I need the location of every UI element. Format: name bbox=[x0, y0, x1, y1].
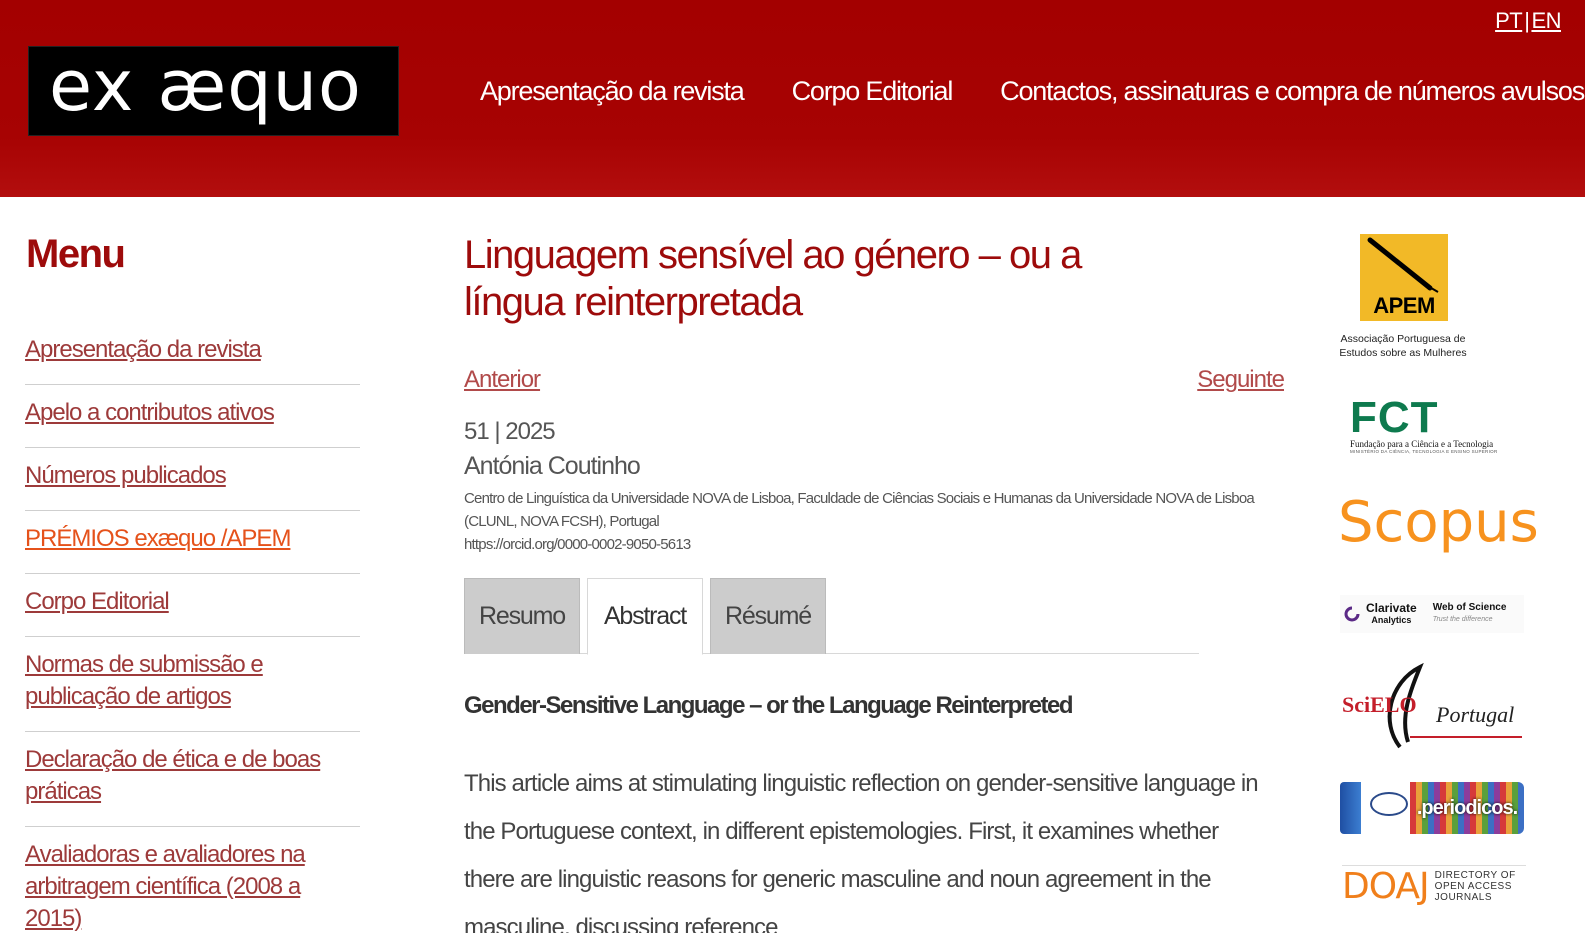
author-name: Antónia Coutinho bbox=[464, 452, 641, 480]
wos-text: Web of Science Trust the difference bbox=[1433, 602, 1507, 626]
capes-emblem bbox=[1340, 782, 1410, 834]
scielo-wordmark: SciELO bbox=[1342, 692, 1417, 717]
fct-logo[interactable]: FCT Fundação para a Ciência e a Tecnolog… bbox=[1350, 393, 1530, 455]
doaj-wordmark: DOAJ bbox=[1342, 866, 1430, 907]
nav-contactos[interactable]: Contactos, assinaturas e compra de númer… bbox=[1000, 76, 1585, 107]
affiliation-text: Centro de Linguística da Universidade NO… bbox=[464, 490, 1255, 530]
capes-ring-icon bbox=[1370, 792, 1408, 816]
wos-tagline: Trust the difference bbox=[1432, 616, 1493, 623]
abstract-title: Gender-Sensitive Language – or the Langu… bbox=[464, 692, 1073, 719]
fct-ministry: MINISTÉRIO DA CIÊNCIA, TECNOLOGIA E ENSI… bbox=[1350, 449, 1498, 454]
lang-pt-link[interactable]: PT bbox=[1495, 8, 1523, 33]
sidebar-link-normas[interactable]: Normas de submissão e publicação de arti… bbox=[25, 649, 360, 713]
scopus-logo[interactable]: Scopus bbox=[1338, 490, 1539, 555]
periodicos-wordmark: .periodicos. bbox=[1410, 782, 1524, 834]
doaj-logo[interactable]: DOAJ DIRECTORY OF OPEN ACCESS JOURNALS bbox=[1342, 865, 1526, 907]
abstract-text: This article aims at stimulating linguis… bbox=[464, 770, 1259, 933]
doaj-description: DIRECTORY OF OPEN ACCESS JOURNALS bbox=[1434, 870, 1516, 903]
sidebar-menu: Apresentação da revista Apelo a contribu… bbox=[25, 322, 360, 933]
sidebar-link-corpo-editorial[interactable]: Corpo Editorial bbox=[25, 586, 360, 618]
scielo-underline bbox=[1410, 736, 1522, 738]
tab-abstract[interactable]: Abstract bbox=[587, 578, 703, 655]
previous-link[interactable]: Anterior bbox=[464, 366, 541, 394]
apem-logo[interactable]: APEM bbox=[1360, 234, 1448, 321]
sidebar-item: Normas de submissão e publicação de arti… bbox=[25, 637, 360, 732]
article-pager: Anterior Seguinte bbox=[464, 366, 1285, 400]
tab-resumo[interactable]: Resumo bbox=[464, 578, 580, 654]
sidebar-link-premios[interactable]: PRÉMIOS exæquo /APEM bbox=[25, 523, 360, 555]
scielo-country: Portugal bbox=[1436, 702, 1515, 727]
clarivate-icon bbox=[1344, 606, 1360, 622]
next-link[interactable]: Seguinte bbox=[1197, 366, 1285, 394]
periodicos-capes-logo[interactable]: .periodicos. bbox=[1340, 782, 1524, 834]
apem-wordmark: APEM bbox=[1373, 293, 1435, 318]
nav-corpo-editorial[interactable]: Corpo Editorial bbox=[792, 76, 954, 107]
orcid-link[interactable]: https://orcid.org/0000-0002-9050-5613 bbox=[464, 533, 1274, 556]
lang-en-link[interactable]: EN bbox=[1531, 8, 1561, 33]
clarivate-sub: Analytics bbox=[1371, 615, 1412, 625]
sidebar-title: Menu bbox=[26, 232, 126, 276]
pen-icon bbox=[1367, 237, 1439, 293]
tab-resume[interactable]: Résumé bbox=[710, 578, 826, 654]
sidebar-link-declaracao[interactable]: Declaração de ética e de boas práticas bbox=[25, 744, 360, 808]
article-main: Linguagem sensível ao género – ou a líng… bbox=[464, 232, 1285, 933]
scielo-logo[interactable]: SciELO Portugal bbox=[1340, 662, 1524, 752]
sidebar-item: Apelo a contributos ativos bbox=[25, 385, 360, 448]
language-switcher: PT|EN bbox=[1495, 8, 1561, 34]
sidebar-link-apresentacao[interactable]: Apresentação da revista bbox=[25, 334, 360, 366]
clarivate-name: Clarivate bbox=[1366, 601, 1417, 615]
sidebar-link-avaliadoras[interactable]: Avaliadoras e avaliadores na arbitragem … bbox=[25, 839, 360, 933]
wos-name: Web of Science bbox=[1432, 602, 1507, 613]
sidebar-item: Declaração de ética e de boas práticas bbox=[25, 732, 360, 827]
sidebar-link-apelo[interactable]: Apelo a contributos ativos bbox=[25, 397, 360, 429]
article-title: Linguagem sensível ao género – ou a líng… bbox=[464, 233, 1082, 324]
sidebar-item: Avaliadoras e avaliadores na arbitragem … bbox=[25, 827, 360, 933]
site-logo[interactable]: ex æquo bbox=[28, 46, 399, 136]
apem-caption: Associação Portuguesa de Estudos sobre a… bbox=[1339, 333, 1467, 359]
clarivate-text: Clarivate Analytics bbox=[1366, 602, 1417, 626]
sidebar-link-numeros[interactable]: Números publicados bbox=[25, 460, 360, 492]
fct-name: Fundação para a Ciência e a Tecnologia bbox=[1350, 439, 1494, 449]
fct-wordmark: FCT bbox=[1350, 393, 1439, 442]
issue-number: 51 | 2025 bbox=[464, 418, 556, 445]
sidebar-item: Apresentação da revista bbox=[25, 322, 360, 385]
site-header: PT|EN ex æquo Apresentação da revista Co… bbox=[0, 0, 1585, 197]
top-navigation: Apresentação da revista Corpo Editorial … bbox=[480, 76, 1585, 107]
nav-apresentacao[interactable]: Apresentação da revista bbox=[480, 76, 745, 107]
author-affiliation: Centro de Linguística da Universidade NO… bbox=[464, 487, 1274, 556]
sidebar-item: Números publicados bbox=[25, 448, 360, 511]
web-of-science-logo[interactable]: Clarivate Analytics Web of Science Trust… bbox=[1340, 595, 1524, 633]
sidebar-item: Corpo Editorial bbox=[25, 574, 360, 637]
sidebar-item: PRÉMIOS exæquo /APEM bbox=[25, 511, 360, 574]
abstract-tabs: Resumo Abstract Résumé bbox=[464, 578, 1199, 655]
